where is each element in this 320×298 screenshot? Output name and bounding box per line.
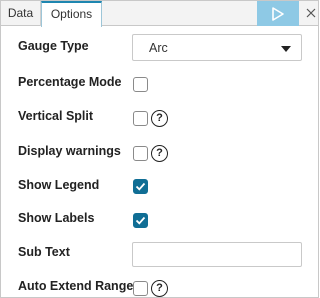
checkmark-icon [135, 182, 146, 191]
auto-extend-range-checkbox[interactable] [133, 281, 148, 296]
gauge-type-select[interactable]: Arc [132, 34, 302, 61]
percentage-mode-checkbox[interactable] [133, 77, 148, 92]
display-warnings-label: Display warnings [18, 144, 121, 158]
close-button[interactable] [303, 3, 319, 23]
checkmark-icon [135, 216, 146, 225]
play-icon [272, 6, 284, 21]
show-legend-label: Show Legend [18, 178, 100, 192]
percentage-mode-label: Percentage Mode [18, 75, 122, 89]
tab-bar: Data Options [1, 1, 319, 27]
vertical-split-checkbox[interactable] [133, 111, 148, 126]
help-icon[interactable]: ? [151, 110, 168, 127]
chevron-down-icon [281, 46, 291, 52]
options-panel: Data Options Gauge Type Arc Percentage M… [0, 0, 319, 298]
show-labels-checkbox[interactable] [133, 213, 148, 228]
show-legend-checkbox[interactable] [133, 179, 148, 194]
display-warnings-checkbox[interactable] [133, 146, 148, 161]
sub-text-label: Sub Text [18, 245, 70, 259]
help-icon[interactable]: ? [151, 280, 168, 297]
close-icon [306, 8, 316, 18]
gauge-type-label: Gauge Type [18, 39, 89, 53]
tab-data[interactable]: Data [1, 1, 41, 26]
auto-extend-range-label: Auto Extend Range [18, 279, 134, 293]
show-labels-label: Show Labels [18, 211, 95, 225]
help-icon[interactable]: ? [151, 145, 168, 162]
sub-text-input[interactable] [132, 242, 302, 267]
vertical-split-label: Vertical Split [18, 109, 94, 123]
run-button[interactable] [257, 1, 299, 26]
tab-options[interactable]: Options [41, 1, 102, 27]
gauge-type-value: Arc [149, 41, 168, 55]
